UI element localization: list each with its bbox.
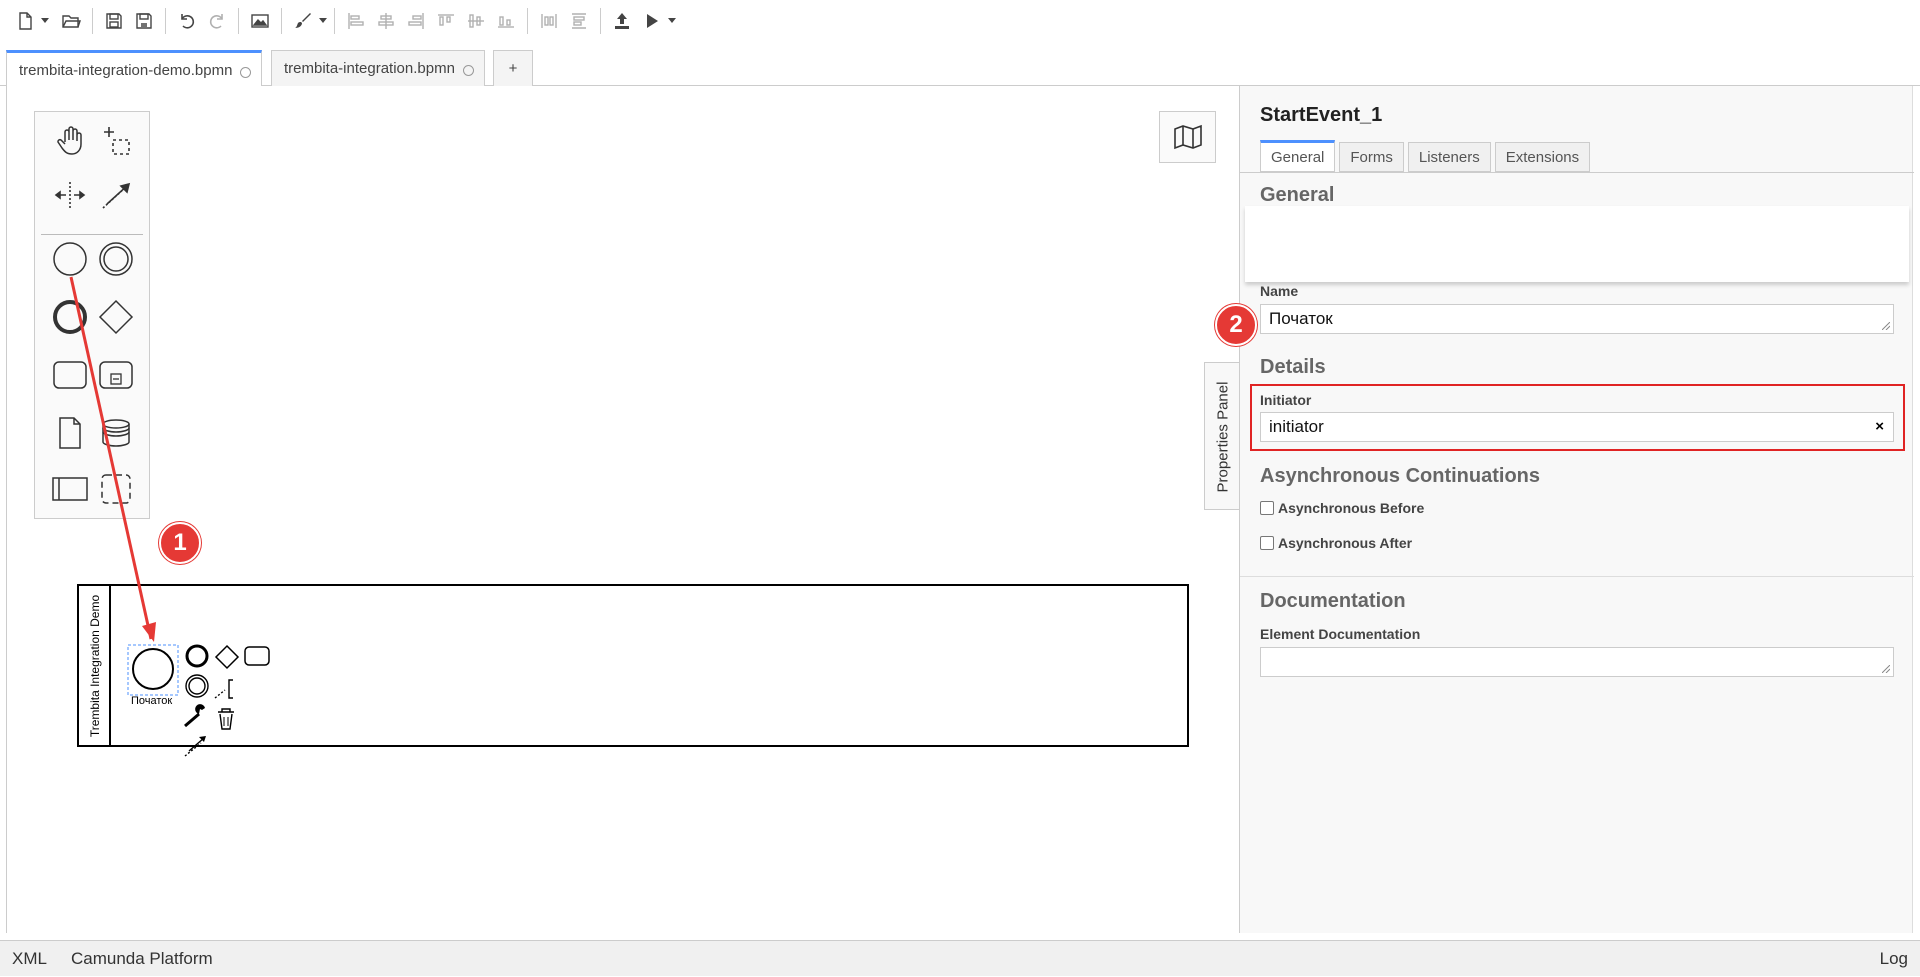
tab-status-icon xyxy=(240,66,252,78)
pool-participant[interactable]: Trembita Integration Demo xyxy=(77,584,1189,747)
xml-toggle-button[interactable]: XML xyxy=(0,941,59,977)
section-async-heading: Asynchronous Continuations xyxy=(1260,465,1540,487)
diagram-overlay xyxy=(69,276,270,757)
diagram-canvas[interactable]: Trembita Integration Demo Початок 1 xyxy=(6,86,1239,933)
intermediate-event-icon[interactable] xyxy=(93,236,139,282)
end-event-icon[interactable] xyxy=(47,294,93,340)
toolbar-separator xyxy=(238,8,239,34)
tab-trembita-integration-demo[interactable]: trembita-integration-demo.bpmn xyxy=(6,50,263,88)
properties-panel-toggle[interactable]: Properties Panel xyxy=(1204,362,1240,510)
async-before-checkbox[interactable]: Asynchronous Before xyxy=(1260,500,1424,516)
section-documentation-heading: Documentation xyxy=(1260,590,1406,612)
undo-icon[interactable] xyxy=(172,6,202,36)
redo-icon[interactable] xyxy=(202,6,232,36)
toolbar-separator xyxy=(92,8,93,34)
tool-palette xyxy=(34,111,150,519)
map-icon xyxy=(1173,124,1202,150)
async-after-label: Asynchronous After xyxy=(1278,535,1413,551)
align-center-icon[interactable] xyxy=(371,6,401,36)
section-general-heading: General xyxy=(1260,184,1335,206)
start-event-label: Початок xyxy=(131,695,173,707)
section-details-heading: Details xyxy=(1260,356,1326,378)
align-top-icon[interactable] xyxy=(431,6,461,36)
checkbox-box[interactable] xyxy=(1260,501,1274,515)
name-label: Name xyxy=(1260,283,1299,299)
open-folder-icon[interactable] xyxy=(56,6,86,36)
async-after-checkbox[interactable]: Asynchronous After xyxy=(1260,535,1412,551)
tabs-divider xyxy=(1240,172,1914,173)
file-tabs: trembita-integration-demo.bpmn trembita-… xyxy=(0,48,1920,88)
deploy-icon[interactable] xyxy=(607,6,637,36)
execution-platform-button[interactable]: Camunda Platform xyxy=(59,941,225,977)
toolbar-separator xyxy=(600,8,601,34)
align-left-icon[interactable] xyxy=(341,6,371,36)
log-toggle-button[interactable]: Log xyxy=(1868,941,1920,977)
hand-tool-icon[interactable] xyxy=(47,118,93,164)
resize-handle-icon[interactable] xyxy=(1882,322,1890,330)
tab-general[interactable]: General xyxy=(1260,140,1336,172)
lasso-tool-icon[interactable] xyxy=(93,118,139,164)
data-store-icon[interactable] xyxy=(93,410,139,456)
toolbar-separator xyxy=(334,8,335,34)
properties-panel-toggle-label: Properties Panel xyxy=(1214,381,1232,493)
save-icon[interactable] xyxy=(99,6,129,36)
color-brush-icon[interactable] xyxy=(288,6,318,36)
tab-trembita-integration[interactable]: trembita-integration.bpmn xyxy=(271,50,485,86)
pool-icon[interactable] xyxy=(47,466,93,512)
properties-tabs: General Forms Listeners Extensions xyxy=(1260,140,1594,172)
name-value: Початок xyxy=(1269,309,1333,328)
checkbox-box[interactable] xyxy=(1260,536,1274,550)
doc-label: Element Documentation xyxy=(1260,626,1421,642)
subprocess-icon[interactable] xyxy=(93,352,139,398)
palette-separator xyxy=(41,234,143,235)
pool-label: Trembita Integration Demo xyxy=(88,594,102,738)
status-bar: XML Camunda Platform Log xyxy=(0,940,1920,976)
name-input[interactable]: Початок xyxy=(1260,304,1894,334)
tab-label: trembita-integration-demo.bpmn xyxy=(19,62,233,79)
toolbar xyxy=(0,0,1920,42)
task-icon[interactable] xyxy=(47,352,93,398)
element-id-title: StartEvent_1 xyxy=(1260,104,1383,126)
group-icon[interactable] xyxy=(93,466,139,512)
tab-status-icon xyxy=(462,64,474,76)
tab-label: trembita-integration.bpmn xyxy=(284,60,455,77)
general-dropdown-area xyxy=(1245,206,1909,282)
documentation-textarea[interactable] xyxy=(1260,647,1894,677)
section-divider xyxy=(1240,576,1914,577)
export-image-icon[interactable] xyxy=(245,6,275,36)
tab-forms[interactable]: Forms xyxy=(1339,142,1404,172)
data-object-icon[interactable] xyxy=(47,410,93,456)
annotation-badge-2: 2 xyxy=(1215,304,1257,346)
annotation-highlight-box xyxy=(1250,384,1905,451)
annotation-badge-1: 1 xyxy=(159,522,201,564)
distribute-vertical-icon[interactable] xyxy=(564,6,594,36)
new-tab-button[interactable]: + xyxy=(493,50,533,86)
new-file-dropdown-caret[interactable] xyxy=(40,6,50,36)
global-connect-tool-icon[interactable] xyxy=(93,172,139,218)
pool-header[interactable]: Trembita Integration Demo xyxy=(79,586,111,745)
new-file-icon[interactable] xyxy=(10,6,40,36)
gateway-icon[interactable] xyxy=(93,294,139,340)
color-dropdown-caret[interactable] xyxy=(318,6,328,36)
properties-panel: StartEvent_1 General Forms Listeners Ext… xyxy=(1239,86,1914,933)
minimap-toggle-button[interactable] xyxy=(1159,111,1216,163)
save-as-icon[interactable] xyxy=(129,6,159,36)
toolbar-separator xyxy=(165,8,166,34)
distribute-horizontal-icon[interactable] xyxy=(534,6,564,36)
resize-handle-icon[interactable] xyxy=(1882,665,1890,673)
align-middle-icon[interactable] xyxy=(461,6,491,36)
tab-listeners[interactable]: Listeners xyxy=(1407,142,1491,172)
toolbar-separator xyxy=(281,8,282,34)
align-right-icon[interactable] xyxy=(401,6,431,36)
start-event-icon[interactable] xyxy=(47,236,93,282)
run-icon[interactable] xyxy=(637,6,667,36)
space-tool-icon[interactable] xyxy=(47,172,93,218)
tab-extensions[interactable]: Extensions xyxy=(1494,142,1591,172)
run-dropdown-caret[interactable] xyxy=(667,6,677,36)
toolbar-separator xyxy=(527,8,528,34)
align-bottom-icon[interactable] xyxy=(491,6,521,36)
async-before-label: Asynchronous Before xyxy=(1278,500,1425,516)
